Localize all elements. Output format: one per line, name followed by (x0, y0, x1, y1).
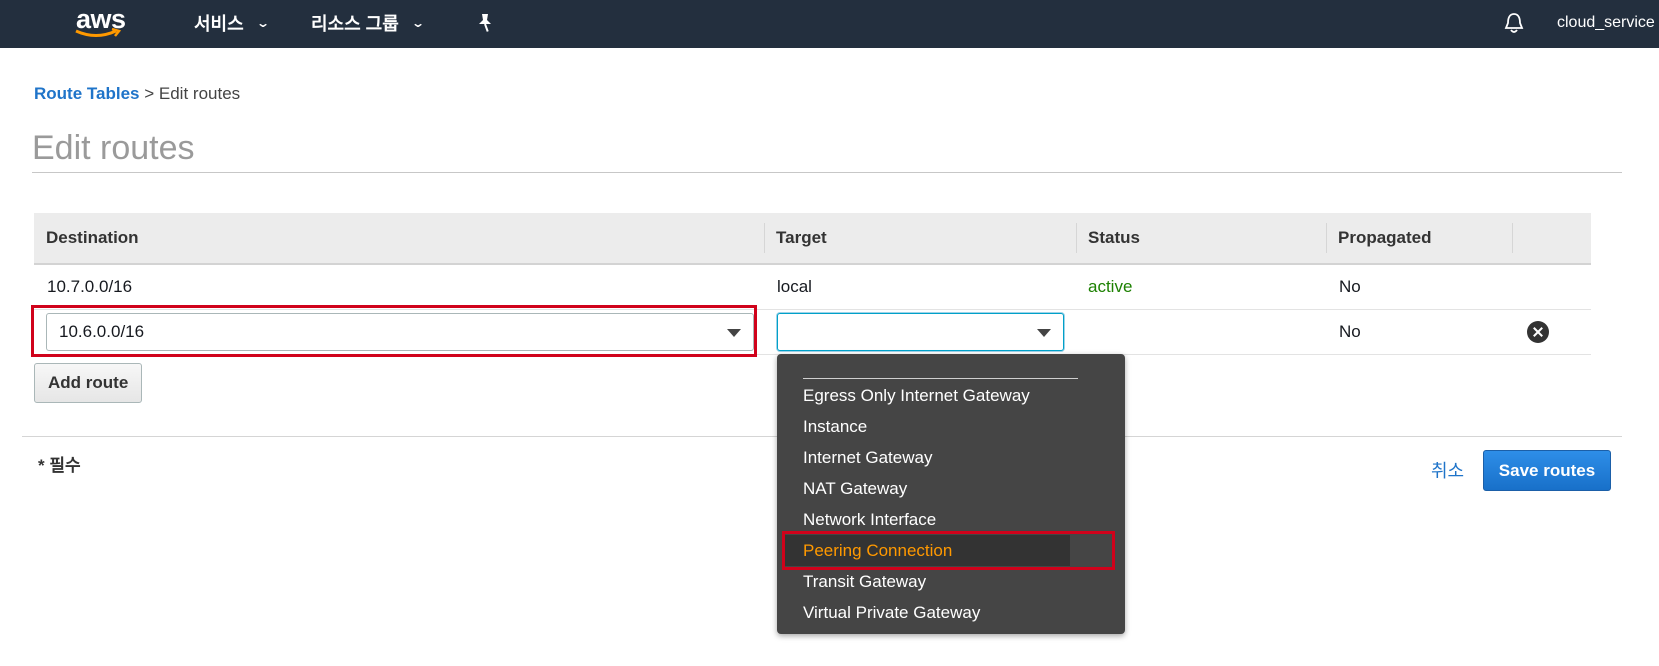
smile-arrow-icon (75, 28, 122, 37)
cancel-button[interactable]: 취소 (1431, 457, 1464, 483)
option-nat-gateway[interactable]: NAT Gateway (803, 473, 907, 504)
option-instance[interactable]: Instance (803, 411, 867, 442)
pin-icon[interactable] (475, 12, 495, 39)
add-route-button[interactable]: Add route (34, 363, 143, 403)
save-routes-button[interactable]: Save routes (1483, 450, 1611, 491)
chevron-down-icon: ⌄ (410, 16, 425, 30)
destination-select[interactable]: 10.6.0.0/16 (46, 313, 754, 351)
column-header-destination: Destination (46, 228, 139, 247)
propagated-cell: No (1339, 322, 1361, 341)
table-row: 10.6.0.0/16 No (34, 310, 1591, 355)
title-divider (32, 172, 1622, 173)
chevron-down-icon: ⌄ (255, 16, 270, 30)
account-menu[interactable]: cloud_service (1557, 14, 1655, 32)
bell-icon[interactable] (1503, 11, 1525, 40)
column-header-target: Target (776, 228, 827, 247)
top-navigation-bar: aws 서비스 ⌄ 리소스 그룹 ⌄ cloud_service (0, 0, 1659, 48)
required-note: * 필수 (38, 456, 81, 475)
services-label: 서비스 (194, 14, 244, 34)
breadcrumb-separator: > (144, 84, 155, 103)
column-header-propagated: Propagated (1338, 228, 1432, 247)
destination-value: 10.6.0.0/16 (59, 322, 145, 341)
routes-table: Destination Target Status Propagated 10.… (34, 213, 1591, 355)
target-select[interactable] (777, 313, 1064, 351)
dropdown-divider (803, 378, 1078, 379)
column-divider (1512, 223, 1513, 253)
destination-cell: 10.7.0.0/16 (47, 277, 133, 296)
aws-logo[interactable]: aws (70, 2, 130, 42)
option-internet-gateway[interactable]: Internet Gateway (803, 442, 932, 473)
breadcrumb-current: Edit routes (158, 84, 241, 103)
option-virtual-private-gateway[interactable]: Virtual Private Gateway (803, 597, 980, 628)
column-header-status: Status (1088, 228, 1140, 247)
services-menu[interactable]: 서비스 ⌄ (194, 10, 270, 36)
remove-route-icon[interactable] (1527, 321, 1549, 343)
option-network-interface[interactable]: Network Interface (803, 504, 936, 535)
option-transit-gateway[interactable]: Transit Gateway (803, 566, 926, 597)
target-dropdown-menu: Egress Only Internet Gateway Instance In… (777, 354, 1125, 634)
caret-down-icon (727, 329, 741, 337)
page-title: Edit routes (32, 129, 195, 167)
table-header: Destination Target Status Propagated (34, 213, 1591, 265)
status-cell: active (1088, 277, 1133, 296)
resource-groups-menu[interactable]: 리소스 그룹 ⌄ (311, 10, 425, 36)
option-egress-only-internet-gateway[interactable]: Egress Only Internet Gateway (803, 380, 1030, 411)
breadcrumb-route-tables-link[interactable]: Route Tables (34, 84, 139, 103)
breadcrumb: Route Tables > Edit routes (34, 84, 240, 104)
caret-down-icon (1037, 329, 1051, 337)
resource-groups-label: 리소스 그룹 (311, 14, 399, 34)
target-cell: local (777, 277, 812, 296)
option-peering-connection[interactable]: Peering Connection (803, 535, 952, 566)
table-row: 10.7.0.0/16 local active No (34, 265, 1591, 310)
propagated-cell: No (1339, 277, 1361, 296)
